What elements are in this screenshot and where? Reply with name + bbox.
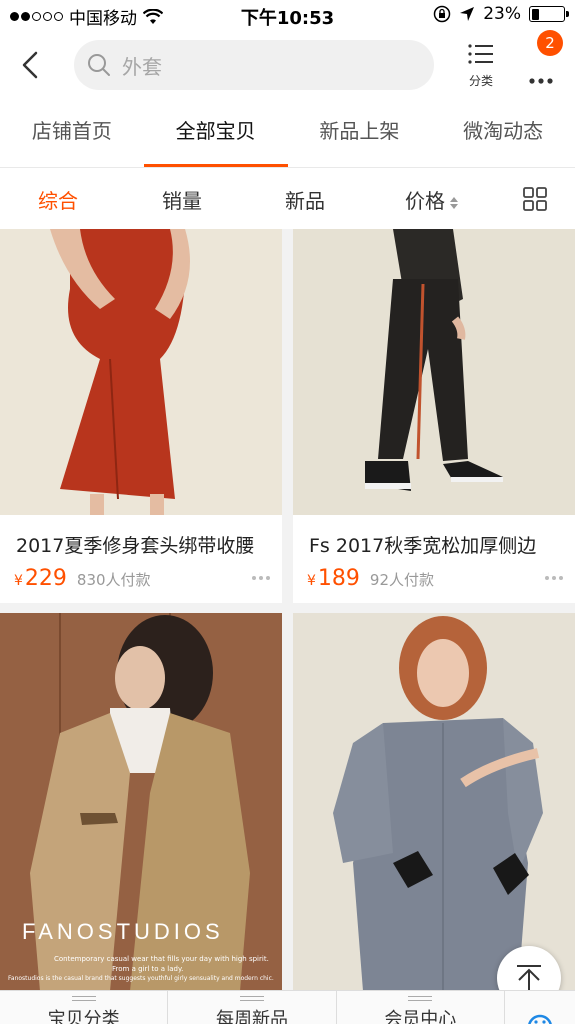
more-options-icon[interactable] xyxy=(252,576,270,580)
brand-caption-3: Fanostudios is the casual brand that sug… xyxy=(8,975,274,982)
product-card[interactable]: Fs 2017秋季宽松加厚侧边 ¥ 189 92人付款 xyxy=(293,229,575,603)
notification-badge: 2 xyxy=(537,30,563,56)
tab-store-home[interactable]: 店铺首页 xyxy=(0,100,144,167)
search-placeholder: 外套 xyxy=(122,54,162,79)
product-title: 2017夏季修身套头绑带收腰 xyxy=(16,535,255,557)
product-image[interactable]: FANOSTUDIOS Contemporary casual wear tha… xyxy=(0,613,282,991)
product-card[interactable]: FANOSTUDIOS Contemporary casual wear tha… xyxy=(0,613,282,991)
store-tabs: 店铺首页 全部宝贝 新品上架 微淘动态 xyxy=(0,100,575,167)
sort-bar: 综合 销量 新品 价格 xyxy=(0,167,575,229)
sold-count: 830人付款 xyxy=(76,571,151,589)
product-price: 189 xyxy=(317,566,360,591)
product-title: Fs 2017秋季宽松加厚侧边 xyxy=(309,535,537,557)
nav-bar: 外套 分类 2 xyxy=(0,30,575,100)
store-bottom-bar: 宝贝分类 每周新品 会员中心 xyxy=(0,990,575,1024)
sort-sales[interactable]: 销量 xyxy=(162,185,202,214)
tab-weitao-feed[interactable]: 微淘动态 xyxy=(431,100,575,167)
rotation-lock-icon xyxy=(433,5,451,23)
currency-symbol: ¥ xyxy=(14,573,23,589)
more-options-icon[interactable] xyxy=(545,576,563,580)
search-bar[interactable]: 外套 xyxy=(74,40,434,90)
price-row: ¥ 229 830人付款 xyxy=(0,558,282,598)
price-row: ¥ 189 92人付款 xyxy=(293,558,575,598)
category-button[interactable]: 分类 xyxy=(460,42,502,89)
product-price: 229 xyxy=(24,566,67,591)
sold-count: 92人付款 xyxy=(369,571,435,589)
list-icon xyxy=(468,44,493,64)
battery-percent: 23% xyxy=(483,4,521,24)
product-image[interactable] xyxy=(0,229,282,515)
back-icon[interactable] xyxy=(14,48,48,82)
product-card[interactable] xyxy=(293,613,575,991)
bottom-item-weekly-new[interactable]: 每周新品 xyxy=(168,991,337,1024)
battery-icon xyxy=(529,6,569,22)
customer-service-button[interactable] xyxy=(505,991,575,1024)
status-right: 23% xyxy=(433,4,569,24)
bottom-item-categories[interactable]: 宝贝分类 xyxy=(0,991,169,1024)
tab-all-items[interactable]: 全部宝贝 xyxy=(143,100,288,167)
product-image[interactable] xyxy=(293,613,575,991)
sort-caret-icon xyxy=(450,196,458,209)
brand-watermark: FANOSTUDIOS xyxy=(22,919,224,944)
category-label: 分类 xyxy=(468,74,493,88)
sort-composite[interactable]: 综合 xyxy=(38,185,78,214)
sort-price-label: 价格 xyxy=(405,189,445,213)
grid-view-icon[interactable] xyxy=(523,187,547,211)
product-image[interactable] xyxy=(293,229,575,515)
bottom-item-member-center[interactable]: 会员中心 xyxy=(337,991,505,1024)
brand-caption-2: From a girl to a lady. xyxy=(112,965,184,973)
tab-new-arrivals[interactable]: 新品上架 xyxy=(288,100,432,167)
currency-symbol: ¥ xyxy=(307,573,316,589)
brand-caption-1: Contemporary casual wear that fills your… xyxy=(54,955,269,963)
product-card[interactable]: 2017夏季修身套头绑带收腰 ¥ 229 830人付款 xyxy=(0,229,282,603)
location-icon xyxy=(460,7,475,21)
sort-new[interactable]: 新品 xyxy=(285,185,325,214)
chat-icon xyxy=(528,1014,552,1024)
status-bar: 中国移动 下午10:53 23% xyxy=(0,0,575,30)
search-icon xyxy=(88,54,110,76)
sort-price[interactable]: 价格 xyxy=(405,185,459,214)
